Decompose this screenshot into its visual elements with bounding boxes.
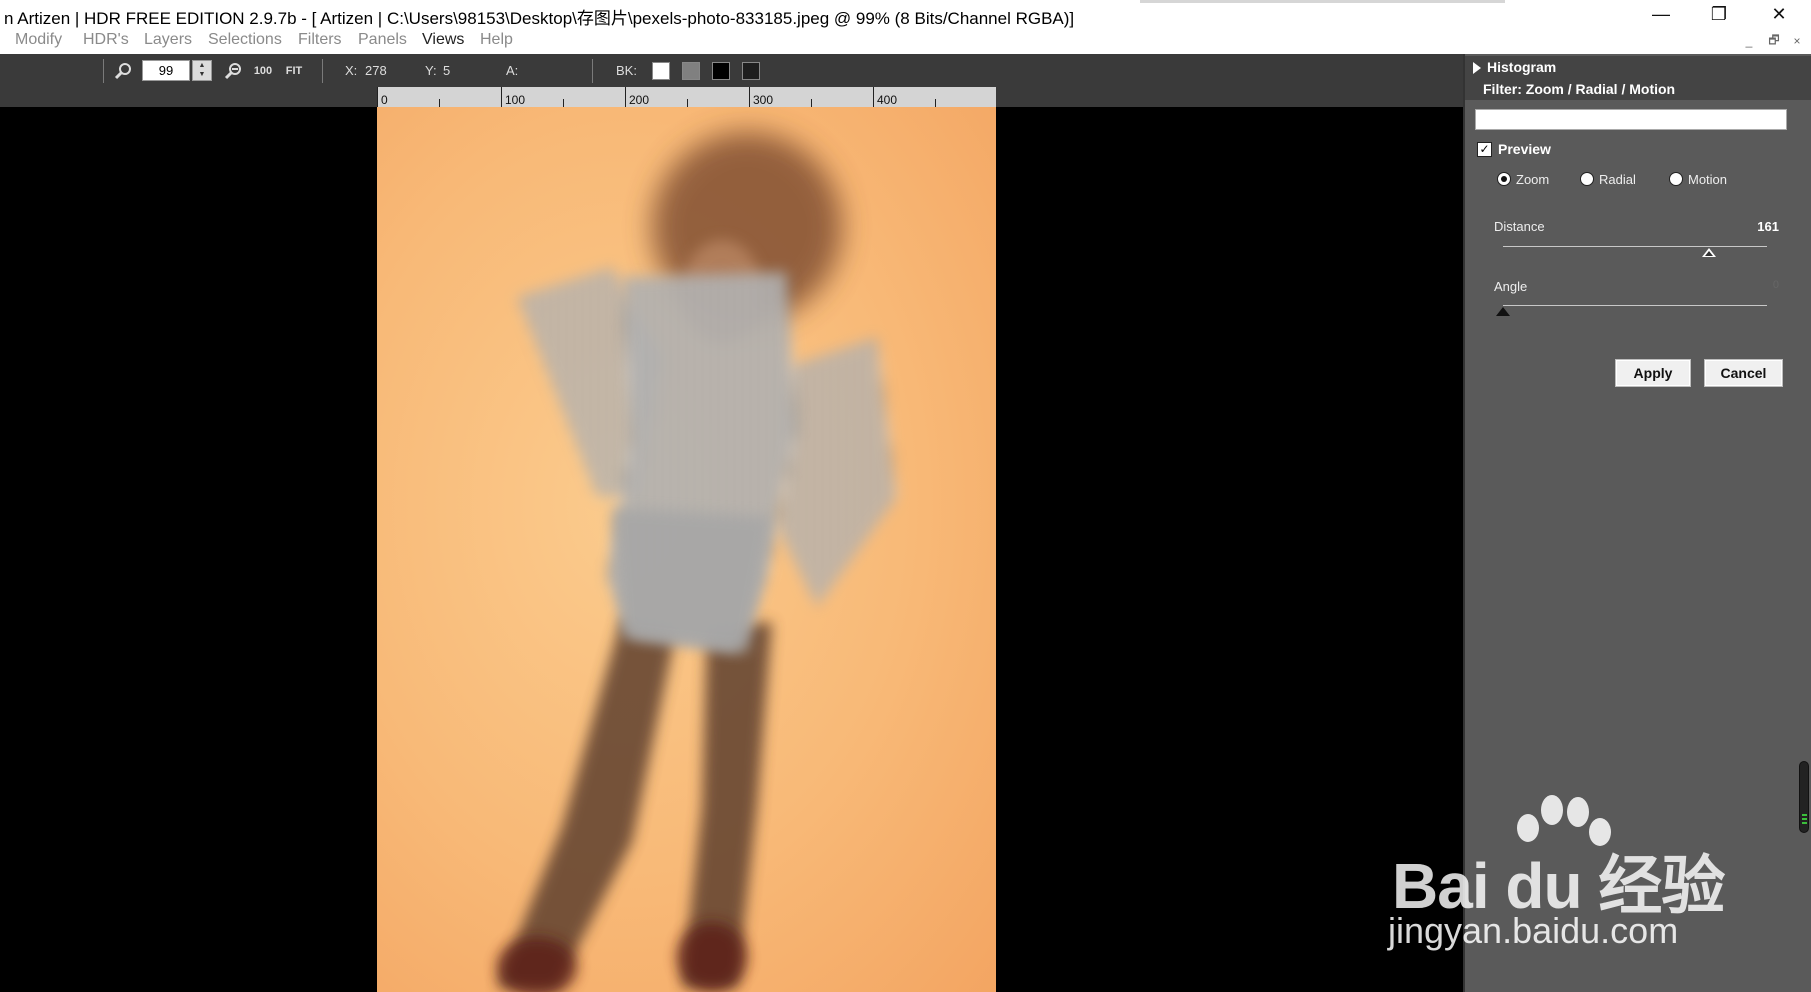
cursor-x-value: 278 <box>365 63 387 78</box>
bk-swatch-white[interactable] <box>652 62 670 80</box>
ruler-tick <box>377 87 378 107</box>
histogram-header[interactable]: Histogram <box>1465 56 1811 78</box>
toolbar-separator <box>103 59 104 83</box>
stepper-down-icon[interactable]: ▼ <box>193 70 211 79</box>
ruler-tick <box>873 87 874 107</box>
angle-slider[interactable] <box>1503 305 1767 306</box>
menu-layers[interactable]: Layers <box>144 31 192 49</box>
menu-bar: Modify HDR's Layers Selections Filters P… <box>0 28 1811 54</box>
distance-value: 161 <box>1757 219 1779 234</box>
photo-zoom-blur[interactable] <box>377 107 996 992</box>
radio-empty-icon[interactable] <box>1669 172 1683 186</box>
mdi-restore-button[interactable]: 🗗 <box>1765 32 1783 50</box>
angle-slider-thumb[interactable] <box>1496 307 1510 316</box>
zoom-100-button[interactable]: 100 <box>253 62 273 80</box>
angle-label: Angle <box>1494 279 1528 294</box>
bk-swatch-dark[interactable] <box>742 62 760 80</box>
histogram-title: Histogram <box>1487 59 1557 75</box>
zoom-in-icon[interactable] <box>114 62 134 80</box>
ruler-tick <box>811 99 812 107</box>
mode-motion-radio[interactable]: Motion <box>1669 170 1727 188</box>
zoom-out-icon[interactable] <box>224 62 244 80</box>
close-button[interactable]: ✕ <box>1750 0 1808 28</box>
distance-slider[interactable] <box>1503 246 1767 247</box>
distance-label: Distance <box>1494 219 1545 234</box>
expand-arrow-icon[interactable] <box>1473 62 1481 74</box>
cursor-y-label: Y: <box>425 63 437 78</box>
preview-label: Preview <box>1498 141 1551 157</box>
cursor-y-value: 5 <box>443 63 451 78</box>
ruler-tick <box>501 87 502 107</box>
mode-radial-label: Radial <box>1599 171 1636 187</box>
menu-selections[interactable]: Selections <box>208 31 282 49</box>
ruler-tick <box>625 87 626 107</box>
panel-scrollbar[interactable] <box>1799 761 1809 833</box>
scroll-grip <box>1802 814 1807 816</box>
mode-radial-radio[interactable]: Radial <box>1580 170 1636 188</box>
menu-hdrs[interactable]: HDR's <box>83 31 129 49</box>
menu-views[interactable]: Views <box>422 31 464 49</box>
toolbar: 99 ▲ ▼ 100 FIT X: 278 Y: 5 A: BK: <box>0 54 1463 87</box>
mdi-close-button[interactable]: × <box>1788 32 1806 50</box>
distance-slider-thumb[interactable] <box>1701 248 1716 257</box>
scroll-grip <box>1802 822 1807 824</box>
app-window: n Artizen | HDR FREE EDITION 2.9.7b - [ … <box>0 0 1811 992</box>
bk-swatch-gray[interactable] <box>682 62 700 80</box>
thumb-inner-icon <box>1704 251 1713 256</box>
angle-value: 0 <box>1772 279 1779 291</box>
cancel-button[interactable]: Cancel <box>1704 359 1783 387</box>
radio-empty-icon[interactable] <box>1580 172 1594 186</box>
menu-panels[interactable]: Panels <box>358 31 407 49</box>
mode-motion-label: Motion <box>1688 171 1728 187</box>
ruler-tick <box>935 99 936 107</box>
ruler-label: 400 <box>877 93 898 107</box>
mode-zoom-label: Zoom <box>1516 171 1550 187</box>
zoom-level-input[interactable]: 99 <box>142 60 190 81</box>
filter-name-field[interactable] <box>1475 109 1787 130</box>
ruler-tick <box>563 99 564 107</box>
minimize-button[interactable]: — <box>1632 0 1690 28</box>
mdi-minimize-button[interactable]: _ <box>1740 32 1758 50</box>
zoom-stepper[interactable]: ▲ ▼ <box>192 60 212 81</box>
bk-swatch-black[interactable] <box>712 62 730 80</box>
menu-modify[interactable]: Modify <box>15 31 62 49</box>
preview-option[interactable]: ✓ Preview <box>1477 140 1551 158</box>
menu-help[interactable]: Help <box>480 31 513 49</box>
background-label: BK: <box>616 63 637 78</box>
ruler-label: 0 <box>381 93 388 107</box>
cursor-x-label: X: <box>345 63 358 78</box>
window-title: n Artizen | HDR FREE EDITION 2.9.7b - [ … <box>4 9 1075 28</box>
zoom-fit-button[interactable]: FIT <box>284 62 304 80</box>
title-bar: n Artizen | HDR FREE EDITION 2.9.7b - [ … <box>0 0 1811 28</box>
radio-selected-icon[interactable] <box>1497 172 1511 186</box>
filter-panel: Histogram Filter: Zoom / Radial / Motion… <box>1463 54 1811 992</box>
ruler-tick <box>439 99 440 107</box>
title-bar-edge <box>1140 0 1505 3</box>
preview-checkbox[interactable]: ✓ <box>1477 141 1492 157</box>
toolbar-separator <box>322 59 323 83</box>
apply-button[interactable]: Apply <box>1615 359 1691 387</box>
mode-zoom-radio[interactable]: Zoom <box>1497 170 1549 188</box>
ruler-label: 100 <box>505 93 526 107</box>
blurred-figure-image <box>497 132 897 992</box>
menu-filters[interactable]: Filters <box>298 31 342 49</box>
ruler-tick <box>687 99 688 107</box>
horizontal-ruler: 0 100 200 300 400 <box>0 87 1463 107</box>
scroll-grip <box>1802 818 1807 820</box>
ruler-label: 300 <box>753 93 774 107</box>
filter-header: Filter: Zoom / Radial / Motion <box>1465 78 1811 100</box>
ruler-tick <box>749 87 750 107</box>
toolbar-separator <box>592 59 593 83</box>
ruler-scale: 0 100 200 300 400 <box>377 87 996 107</box>
alpha-label: A: <box>506 63 519 78</box>
ruler-label: 200 <box>629 93 650 107</box>
stepper-up-icon[interactable]: ▲ <box>193 61 211 70</box>
maximize-button[interactable]: ❐ <box>1690 0 1748 28</box>
image-canvas[interactable] <box>0 107 1463 992</box>
